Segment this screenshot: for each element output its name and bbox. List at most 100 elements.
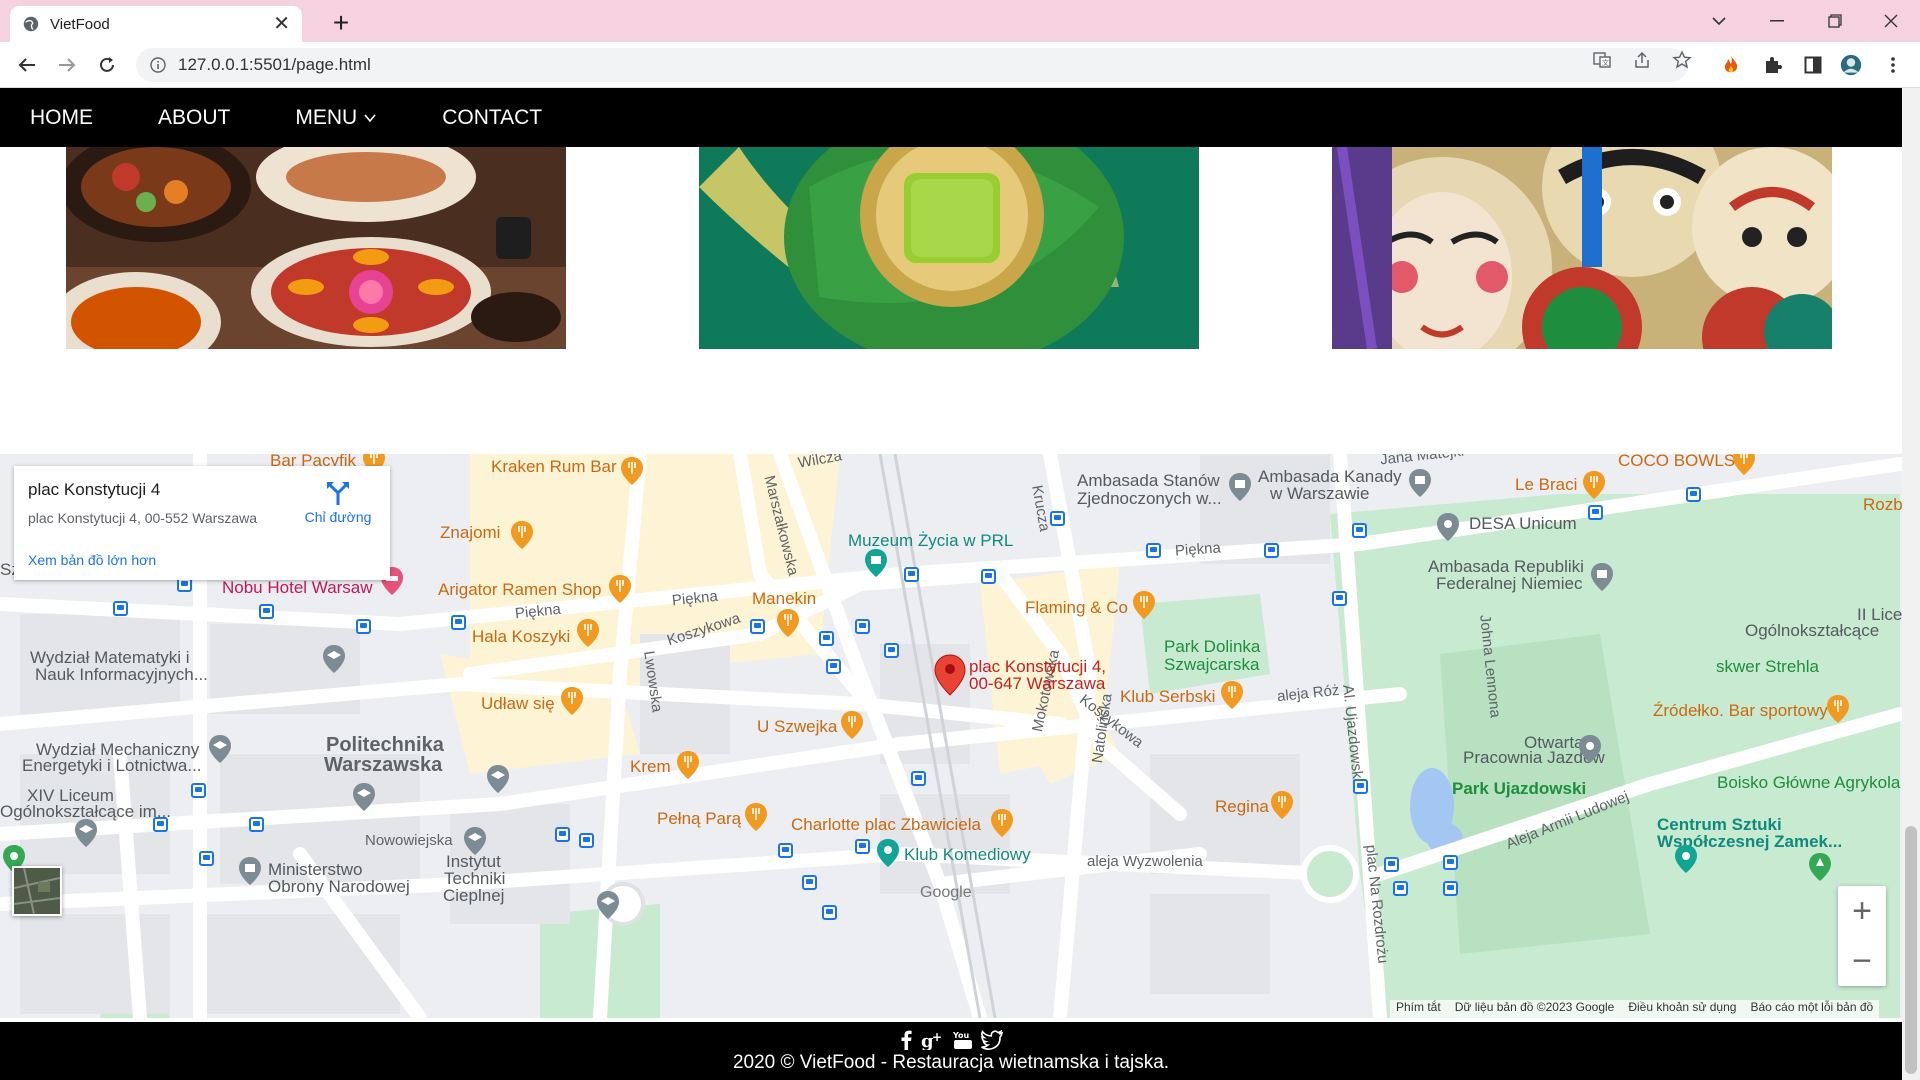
reload-button[interactable] xyxy=(92,50,122,80)
address-bar[interactable]: 127.0.0.1:5501/page.html xyxy=(136,48,1688,82)
extensions-puzzle-icon[interactable] xyxy=(1762,54,1784,76)
restaurant-pin-icon[interactable] xyxy=(620,456,644,486)
map-label-manekin[interactable]: Manekin xyxy=(752,589,816,609)
map-label-pelna-para[interactable]: Pełną Parą xyxy=(657,809,741,829)
side-panel-icon[interactable] xyxy=(1802,54,1824,76)
restaurant-pin-icon[interactable] xyxy=(1270,790,1294,820)
bus-stop-icon[interactable] xyxy=(1146,543,1161,558)
bus-stop-icon[interactable] xyxy=(819,631,834,646)
restaurant-pin-icon[interactable] xyxy=(510,520,534,550)
map-label-kraken[interactable]: Kraken Rum Bar xyxy=(491,457,617,477)
fire-extension-icon[interactable] xyxy=(1720,54,1742,76)
bus-stop-icon[interactable] xyxy=(451,615,466,630)
bookmark-star-icon[interactable] xyxy=(1672,50,1692,70)
restaurant-pin-icon[interactable] xyxy=(1132,590,1156,620)
map-label-ambasada-stanow[interactable]: Ambasada Stanów xyxy=(1077,471,1220,491)
tab-search-icon[interactable] xyxy=(1690,0,1748,42)
restaurant-pin-icon[interactable] xyxy=(576,618,600,648)
bus-stop-icon[interactable] xyxy=(826,659,841,674)
restaurant-pin-icon[interactable] xyxy=(776,608,800,638)
bus-stop-icon[interactable] xyxy=(579,833,594,848)
map-label-znajomi[interactable]: Znajomi xyxy=(440,523,500,543)
translate-icon[interactable]: 文 xyxy=(1592,50,1612,70)
bus-stop-icon[interactable] xyxy=(904,567,919,582)
bus-stop-icon[interactable] xyxy=(1050,511,1065,526)
map-label-flaming-co[interactable]: Flaming & Co xyxy=(1025,598,1128,618)
nav-menu[interactable]: MENU xyxy=(295,106,377,130)
map-label-klub-serbski[interactable]: Klub Serbski xyxy=(1120,687,1215,707)
bus-stop-icon[interactable] xyxy=(750,619,765,634)
map-label-le-braci[interactable]: Le Braci xyxy=(1515,475,1577,495)
nav-home[interactable]: HOME xyxy=(30,106,93,130)
restaurant-pin-icon[interactable] xyxy=(744,802,768,832)
new-tab-button[interactable]: + xyxy=(324,6,358,40)
embassy-pin-icon[interactable] xyxy=(1228,472,1252,502)
bus-stop-icon[interactable] xyxy=(1588,505,1603,520)
map-label-nobu-hotel[interactable]: Nobu Hotel Warsaw xyxy=(222,578,373,598)
minimize-button[interactable] xyxy=(1748,0,1806,42)
bus-stop-icon[interactable] xyxy=(778,843,793,858)
bus-stop-icon[interactable] xyxy=(1352,523,1367,538)
bus-stop-icon[interactable] xyxy=(855,619,870,634)
map-label-politechnika-1[interactable]: Politechnika xyxy=(326,734,444,756)
museum-pin-icon[interactable] xyxy=(1674,844,1698,874)
bus-stop-icon[interactable] xyxy=(555,827,570,842)
bus-stop-icon[interactable] xyxy=(855,839,870,854)
terms-link[interactable]: Điều khoản sử dụng xyxy=(1628,1000,1736,1018)
map-label-park-dolinka-1[interactable]: Park Dolinka xyxy=(1164,637,1260,657)
bus-stop-icon[interactable] xyxy=(802,875,817,890)
restaurant-pin-icon[interactable] xyxy=(1732,454,1756,476)
university-pin-icon[interactable] xyxy=(596,890,620,920)
map-label-hala-koszyki[interactable]: Hala Koszyki xyxy=(472,627,570,647)
bus-stop-icon[interactable] xyxy=(153,817,168,832)
info-icon[interactable] xyxy=(150,57,166,73)
bus-stop-icon[interactable] xyxy=(113,601,128,616)
university-pin-icon[interactable] xyxy=(208,734,232,764)
bus-stop-icon[interactable] xyxy=(1443,881,1458,896)
browser-menu-icon[interactable] xyxy=(1882,54,1904,76)
university-pin-icon[interactable] xyxy=(463,826,487,856)
map-label-charlotte[interactable]: Charlotte plac Zbawiciela xyxy=(791,815,981,835)
restaurant-pin-icon[interactable] xyxy=(560,686,584,716)
keyboard-shortcuts-link[interactable]: Phím tắt xyxy=(1396,1000,1441,1018)
twitter-icon[interactable] xyxy=(981,1030,1003,1050)
theater-pin-icon[interactable] xyxy=(876,838,900,868)
place-pin-icon[interactable] xyxy=(1436,512,1460,542)
bus-stop-icon[interactable] xyxy=(259,604,274,619)
zoom-out-button[interactable]: − xyxy=(1838,936,1886,986)
bus-stop-icon[interactable] xyxy=(1353,779,1368,794)
view-larger-map-link[interactable]: Xem bản đồ lớn hơn xyxy=(28,552,156,568)
location-marker-icon[interactable] xyxy=(934,654,966,696)
map-label-klub-komediowy[interactable]: Klub Komediowy xyxy=(904,845,1031,865)
restaurant-pin-icon[interactable] xyxy=(1582,470,1606,500)
bus-stop-icon[interactable] xyxy=(884,643,899,658)
report-error-link[interactable]: Báo cáo một lỗi bản đồ xyxy=(1750,1000,1873,1018)
park-pin-icon[interactable] xyxy=(1808,852,1832,882)
directions-button[interactable]: Chỉ đường xyxy=(298,480,378,525)
bus-stop-icon[interactable] xyxy=(191,783,206,798)
bus-stop-icon[interactable] xyxy=(822,905,837,920)
nav-contact[interactable]: CONTACT xyxy=(442,106,542,130)
back-button[interactable] xyxy=(12,50,42,80)
map-label-zrodelko[interactable]: Źródełko. Bar sportowy xyxy=(1653,701,1828,721)
map-label-arigator[interactable]: Arigator Ramen Shop xyxy=(438,580,601,600)
bus-stop-icon[interactable] xyxy=(356,619,371,634)
restaurant-pin-icon[interactable] xyxy=(608,574,632,604)
bus-stop-icon[interactable] xyxy=(1384,857,1399,872)
restaurant-pin-icon[interactable] xyxy=(1826,694,1850,724)
restore-button[interactable] xyxy=(1806,0,1864,42)
scrollbar-thumb[interactable] xyxy=(1905,826,1917,1074)
bus-stop-icon[interactable] xyxy=(911,771,926,786)
bus-stop-icon[interactable] xyxy=(981,569,996,584)
embassy-pin-icon[interactable] xyxy=(1408,468,1432,498)
zoom-in-button[interactable]: + xyxy=(1838,886,1886,936)
nav-about[interactable]: ABOUT xyxy=(158,106,230,130)
restaurant-pin-icon[interactable] xyxy=(1220,680,1244,710)
restaurant-pin-icon[interactable] xyxy=(990,808,1014,838)
bus-stop-icon[interactable] xyxy=(1332,591,1347,606)
place-pin-icon[interactable] xyxy=(1578,734,1602,764)
university-pin-icon[interactable] xyxy=(322,644,346,674)
browser-tab[interactable]: VietFood ✕ xyxy=(10,6,302,42)
map-label-rozb[interactable]: Rozb xyxy=(1863,495,1902,515)
map-label-desa-unicum[interactable]: DESA Unicum xyxy=(1469,514,1577,534)
